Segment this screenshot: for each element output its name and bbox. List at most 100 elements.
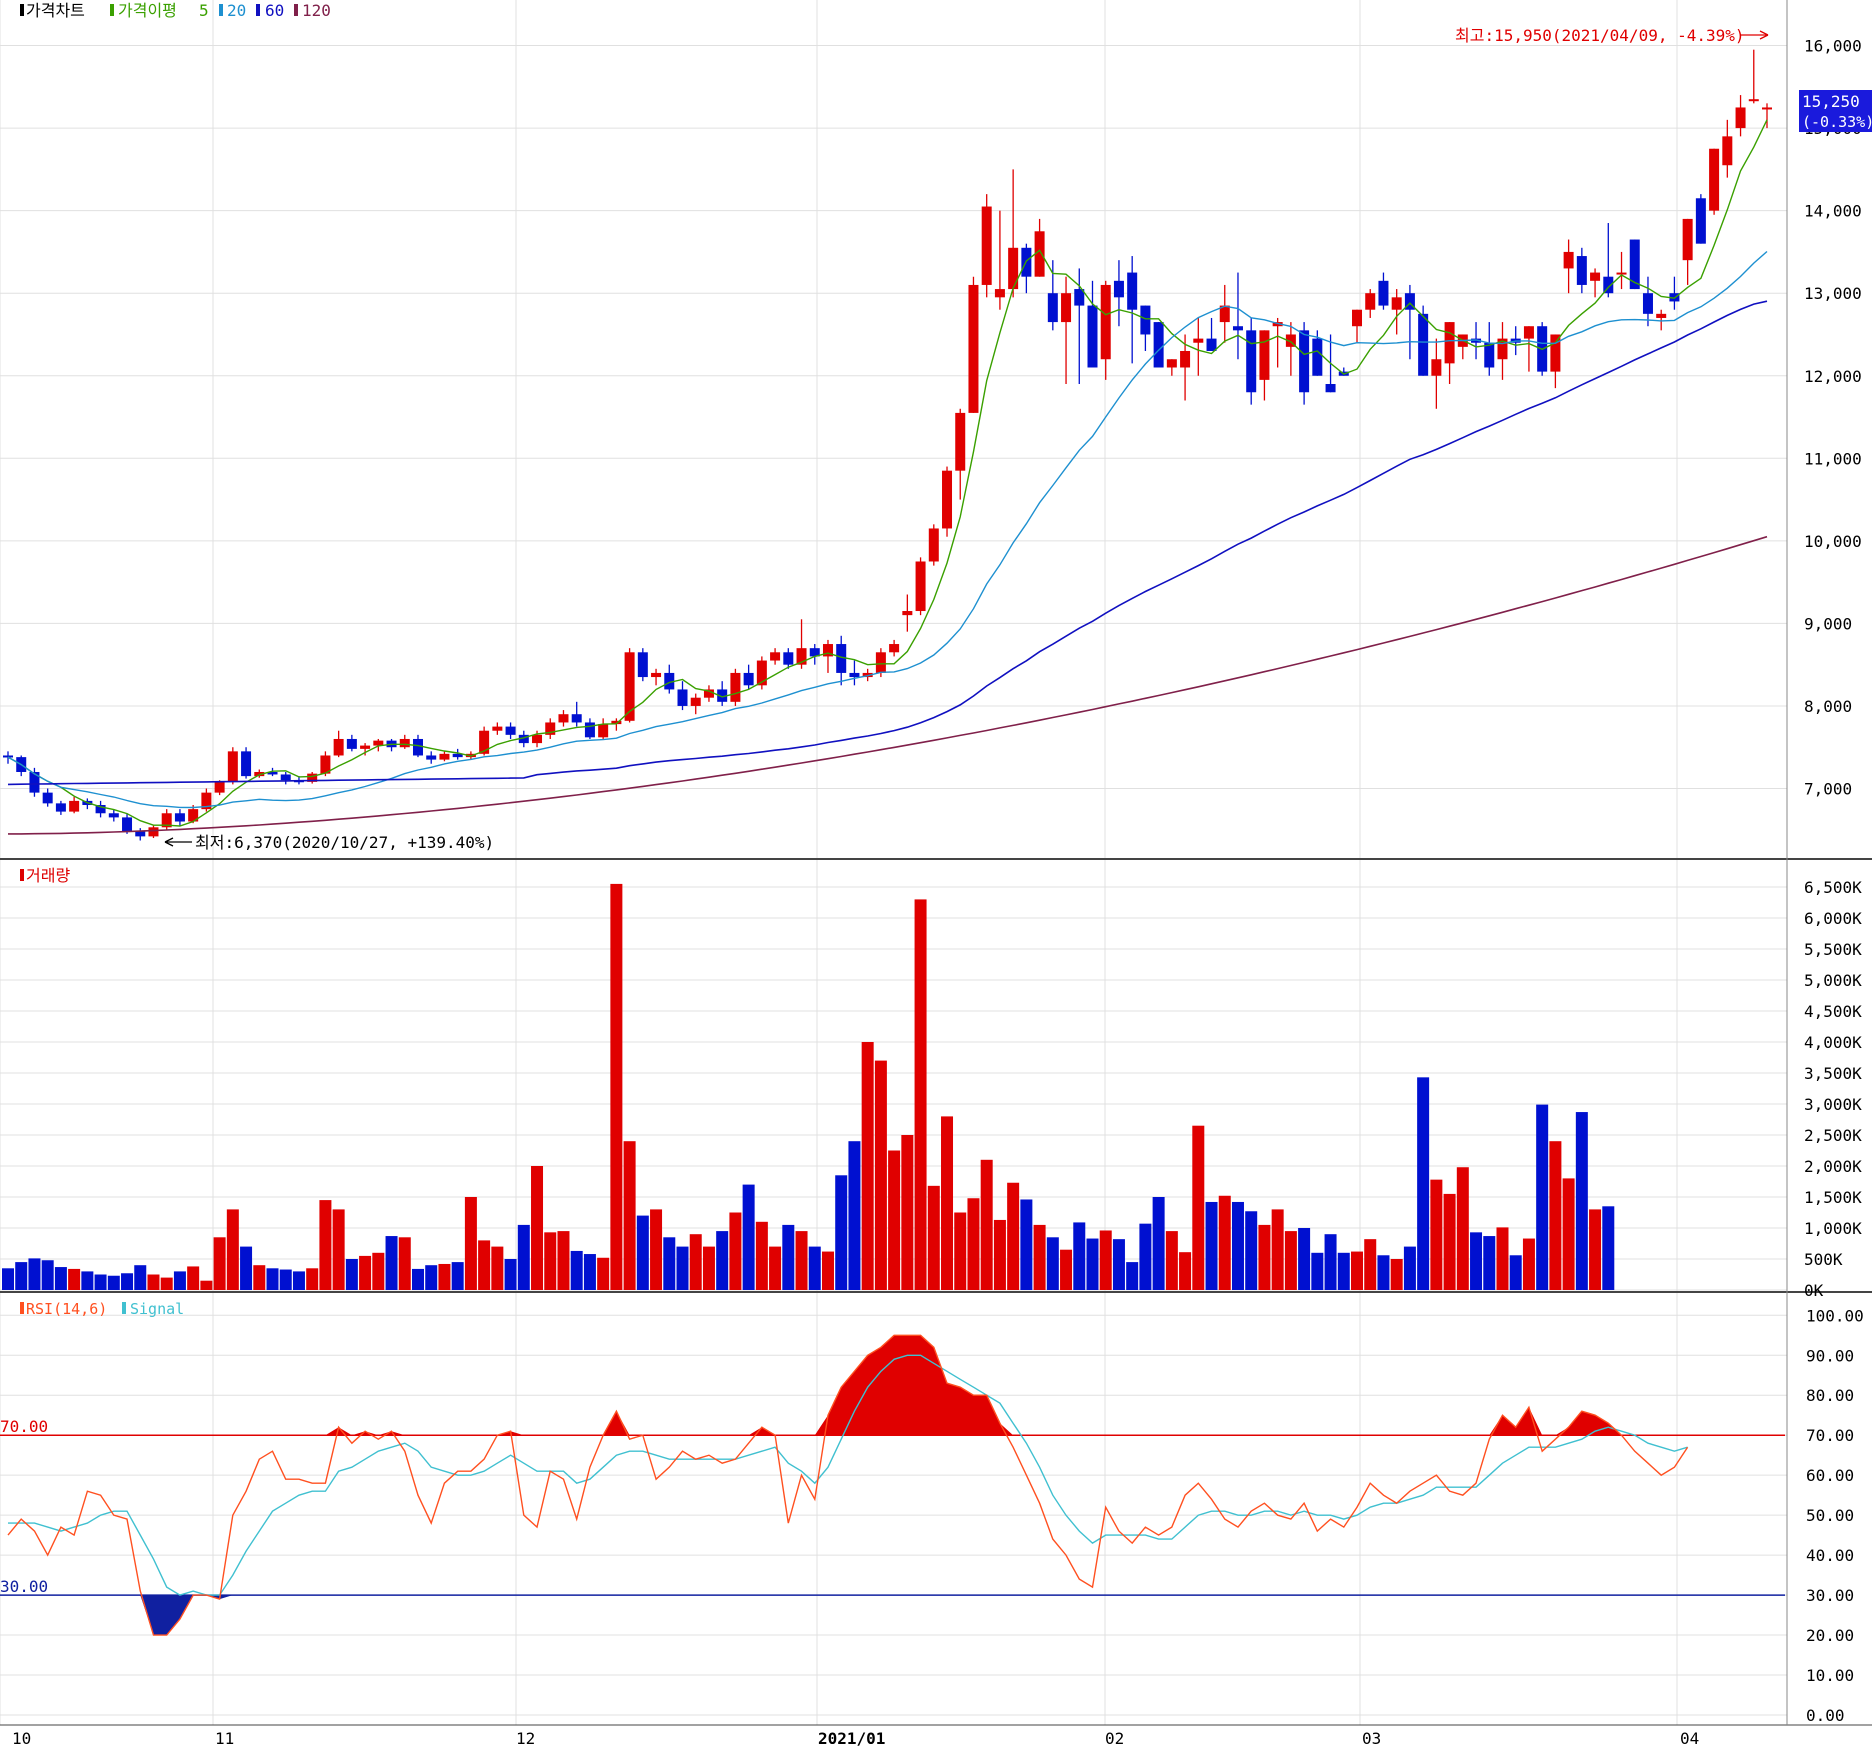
- candle-body[interactable]: [1087, 305, 1098, 368]
- volume-bar[interactable]: [1562, 1178, 1575, 1290]
- volume-bar[interactable]: [1337, 1252, 1350, 1290]
- candle-body[interactable]: [584, 722, 595, 738]
- volume-bar[interactable]: [888, 1150, 901, 1291]
- candle-body[interactable]: [1656, 313, 1667, 318]
- candle-body[interactable]: [360, 745, 371, 749]
- volume-bar[interactable]: [874, 1060, 887, 1290]
- volume-bar[interactable]: [650, 1209, 663, 1290]
- volume-bar[interactable]: [1549, 1141, 1562, 1290]
- candle-body[interactable]: [1047, 293, 1058, 323]
- volume-bar[interactable]: [1086, 1238, 1099, 1290]
- candle-body[interactable]: [1246, 330, 1257, 393]
- volume-bar[interactable]: [147, 1274, 160, 1291]
- volume-bar[interactable]: [1364, 1239, 1377, 1290]
- candle-body[interactable]: [1193, 338, 1204, 343]
- volume-bar[interactable]: [1245, 1211, 1258, 1290]
- volume-bar[interactable]: [1258, 1224, 1271, 1290]
- candle-body[interactable]: [1748, 99, 1759, 102]
- volume-bar[interactable]: [266, 1268, 279, 1290]
- candle-body[interactable]: [849, 672, 860, 678]
- volume-bar[interactable]: [1073, 1222, 1086, 1290]
- price-panel[interactable]: [3, 49, 1772, 841]
- volume-bar[interactable]: [1152, 1197, 1165, 1290]
- volume-bar[interactable]: [226, 1209, 239, 1290]
- candle-body[interactable]: [227, 751, 238, 782]
- volume-bar[interactable]: [94, 1274, 107, 1291]
- candle-body[interactable]: [1722, 136, 1733, 166]
- volume-bar[interactable]: [1060, 1249, 1073, 1290]
- candle-body[interactable]: [122, 817, 133, 832]
- volume-bar[interactable]: [292, 1271, 305, 1290]
- volume-bar[interactable]: [1205, 1201, 1218, 1290]
- candle-body[interactable]: [346, 738, 357, 749]
- volume-bar[interactable]: [121, 1273, 134, 1290]
- candle-body[interactable]: [1299, 330, 1310, 393]
- candle-body[interactable]: [889, 644, 900, 653]
- volume-bar[interactable]: [173, 1271, 186, 1290]
- candle-body[interactable]: [1312, 338, 1323, 376]
- candle-body[interactable]: [1682, 218, 1693, 261]
- candle-body[interactable]: [598, 724, 609, 738]
- candle-body[interactable]: [1629, 239, 1640, 290]
- volume-bar[interactable]: [980, 1159, 993, 1290]
- candle-body[interactable]: [915, 561, 926, 612]
- candle-body[interactable]: [1418, 313, 1429, 376]
- volume-bar[interactable]: [993, 1219, 1006, 1290]
- volume-bar[interactable]: [1020, 1199, 1033, 1290]
- volume-bar[interactable]: [1602, 1206, 1615, 1290]
- volume-bar[interactable]: [213, 1237, 226, 1290]
- volume-bar[interactable]: [835, 1175, 848, 1290]
- candle-body[interactable]: [1166, 359, 1177, 368]
- volume-bar[interactable]: [279, 1269, 292, 1290]
- volume-bar[interactable]: [1298, 1228, 1311, 1290]
- candle-body[interactable]: [1180, 350, 1191, 368]
- volume-bar[interactable]: [702, 1246, 715, 1290]
- candle-body[interactable]: [928, 528, 939, 562]
- volume-bar[interactable]: [2, 1268, 14, 1290]
- volume-bar[interactable]: [491, 1246, 504, 1290]
- volume-bar[interactable]: [676, 1246, 689, 1290]
- volume-bar[interactable]: [1483, 1236, 1496, 1290]
- volume-bar[interactable]: [1324, 1234, 1337, 1290]
- volume-bar[interactable]: [41, 1260, 54, 1290]
- volume-bar[interactable]: [372, 1252, 385, 1290]
- volume-bar[interactable]: [583, 1254, 596, 1290]
- candle-body[interactable]: [902, 611, 913, 616]
- candle-body[interactable]: [439, 753, 450, 760]
- volume-bar[interactable]: [1231, 1201, 1244, 1290]
- candle-body[interactable]: [1735, 107, 1746, 129]
- candle-body[interactable]: [690, 697, 701, 706]
- volume-bar[interactable]: [531, 1166, 544, 1290]
- candle-body[interactable]: [1762, 107, 1772, 110]
- candle-body[interactable]: [1127, 272, 1138, 310]
- volume-bar[interactable]: [1456, 1167, 1469, 1290]
- volume-bar[interactable]: [1390, 1259, 1403, 1290]
- volume-bar[interactable]: [848, 1141, 861, 1290]
- candle-body[interactable]: [637, 652, 648, 678]
- volume-bar[interactable]: [464, 1197, 477, 1290]
- volume-bar[interactable]: [15, 1262, 28, 1290]
- candle-body[interactable]: [1523, 326, 1534, 339]
- candle-body[interactable]: [1576, 256, 1587, 285]
- volume-bar[interactable]: [1589, 1209, 1602, 1290]
- rsi-panel[interactable]: 70.00 30.00: [0, 1334, 1785, 1636]
- candle-body[interactable]: [1153, 322, 1164, 368]
- volume-bar[interactable]: [1284, 1231, 1297, 1290]
- volume-bar[interactable]: [795, 1231, 808, 1290]
- candle-body[interactable]: [399, 738, 410, 748]
- volume-bar[interactable]: [306, 1268, 319, 1290]
- candle-body[interactable]: [1100, 284, 1111, 360]
- candle-body[interactable]: [783, 652, 794, 665]
- candle-body[interactable]: [981, 206, 992, 285]
- candle-body[interactable]: [1140, 305, 1151, 335]
- volume-bar[interactable]: [134, 1265, 147, 1290]
- volume-bar[interactable]: [187, 1266, 200, 1290]
- candle-body[interactable]: [571, 714, 582, 723]
- volume-bar[interactable]: [160, 1277, 173, 1290]
- volume-bar[interactable]: [1496, 1227, 1509, 1290]
- candle-body[interactable]: [426, 755, 437, 760]
- candle-body[interactable]: [1365, 293, 1376, 310]
- volume-bar[interactable]: [345, 1259, 358, 1290]
- volume-bar[interactable]: [451, 1262, 464, 1290]
- candle-body[interactable]: [875, 652, 886, 673]
